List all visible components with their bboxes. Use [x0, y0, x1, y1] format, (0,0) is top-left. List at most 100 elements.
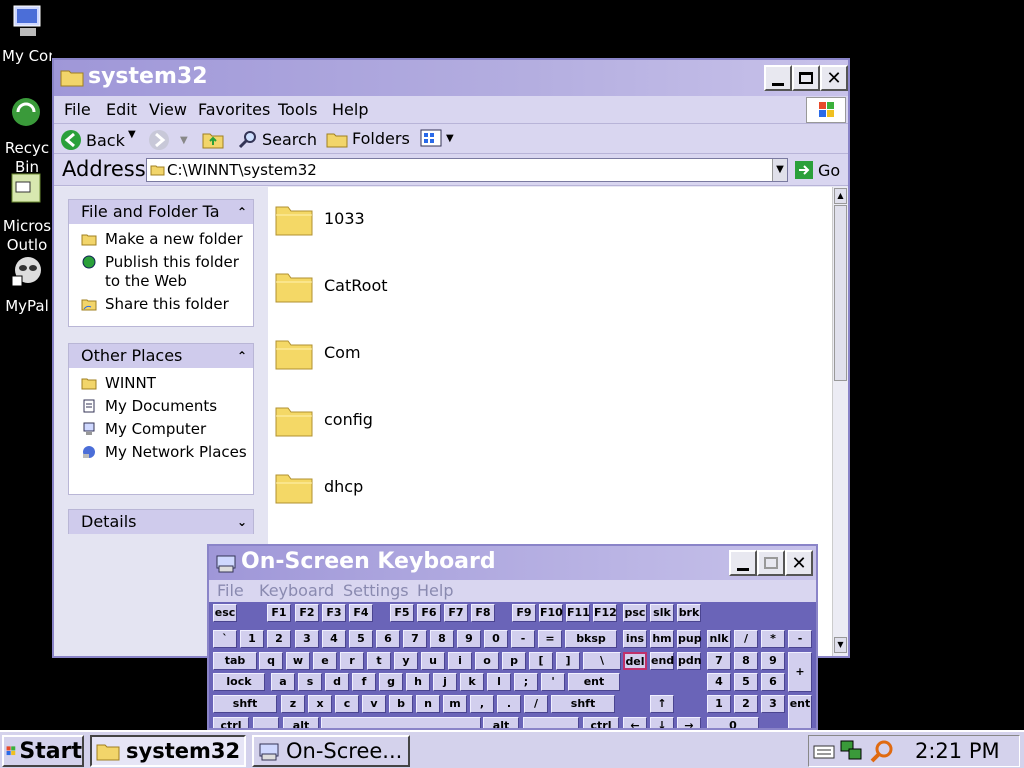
forward-button[interactable]: ▼ [148, 129, 188, 151]
key-0-11[interactable]: F11 [566, 604, 590, 622]
address-input[interactable]: C:\WINNT\system32 [146, 158, 788, 182]
key-0-13[interactable]: psc [623, 604, 647, 622]
key-4-0[interactable]: shft [213, 695, 277, 713]
panel-header[interactable]: File and Folder Ta ⌃ [69, 200, 253, 224]
key-3-2[interactable]: s [298, 673, 322, 691]
key-3-3[interactable]: d [325, 673, 349, 691]
key-4-12[interactable]: ↑ [650, 695, 674, 713]
key-0-14[interactable]: slk [650, 604, 674, 622]
key-1-18[interactable]: / [734, 630, 758, 648]
keyboard-tray-icon[interactable] [813, 742, 835, 760]
taskbar-item-system32[interactable]: system32 [90, 735, 246, 767]
key-4-9[interactable]: . [497, 695, 521, 713]
key-0-1[interactable]: F1 [267, 604, 291, 622]
key-1-13[interactable]: bksp [565, 630, 617, 648]
maximize-button[interactable] [792, 65, 820, 91]
key-4-11[interactable]: shft [551, 695, 615, 713]
network-tray-icon[interactable] [839, 739, 865, 763]
address-dropdown-button[interactable]: ▼ [772, 159, 787, 181]
key-4-4[interactable]: v [362, 695, 386, 713]
key-4-13[interactable]: 1 [707, 695, 731, 713]
key-3-5[interactable]: g [379, 673, 403, 691]
key-2-17[interactable]: 7 [707, 652, 731, 670]
close-button[interactable]: ✕ [820, 65, 848, 91]
key-4-6[interactable]: n [416, 695, 440, 713]
osk-menu-help[interactable]: Help [417, 581, 453, 600]
key-0-8[interactable]: F8 [471, 604, 495, 622]
osk-menu-settings[interactable]: Settings [343, 581, 409, 600]
chevron-up-icon[interactable]: ⌃ [237, 344, 247, 368]
desktop-icon-outlook[interactable]: Micros Outlo [0, 172, 52, 255]
menu-edit[interactable]: Edit [106, 100, 137, 119]
scroll-up-button[interactable]: ▲ [834, 188, 847, 204]
key-5-3[interactable]: ctrl [583, 717, 619, 728]
key-4-10[interactable]: / [524, 695, 548, 713]
key-1-14[interactable]: ins [623, 630, 647, 648]
title-bar[interactable]: system32 ✕ [54, 60, 848, 96]
key-0-9[interactable]: F9 [512, 604, 536, 622]
place-my-network-places[interactable]: My Network Places [69, 443, 253, 462]
key-2-8[interactable]: i [448, 652, 472, 670]
search-tray-icon[interactable] [869, 739, 895, 765]
key-windows[interactable] [523, 717, 579, 728]
key-5-5[interactable]: ↓ [650, 717, 674, 728]
key-1-1[interactable]: 1 [240, 630, 264, 648]
key-2-5[interactable]: t [367, 652, 391, 670]
folder-item[interactable]: CatRoot [274, 268, 574, 308]
back-button[interactable]: Back [60, 129, 125, 151]
key-1-0[interactable]: ` [213, 630, 237, 648]
key-5-7[interactable]: 0 [707, 717, 759, 728]
osk-close-button[interactable]: ✕ [785, 550, 813, 576]
key-3-1[interactable]: a [271, 673, 295, 691]
key-3-7[interactable]: j [433, 673, 457, 691]
key-3-6[interactable]: h [406, 673, 430, 691]
menu-favorites[interactable]: Favorites [198, 100, 270, 119]
key-1-15[interactable]: hm [650, 630, 674, 648]
key-0-5[interactable]: F5 [390, 604, 414, 622]
key-5-6[interactable]: → [677, 717, 701, 728]
desktop-icon-my-computer[interactable]: My Compu [0, 2, 52, 66]
task-publish-folder[interactable]: Publish this folder to the Web [69, 253, 253, 291]
key-2-14[interactable]: del [623, 652, 647, 670]
folder-item[interactable]: dhcp [274, 469, 574, 509]
key-4-8[interactable]: , [470, 695, 494, 713]
key-1-4[interactable]: 4 [322, 630, 346, 648]
taskbar-item-osk[interactable]: On-Scree... [252, 735, 410, 767]
key-0-2[interactable]: F2 [295, 604, 319, 622]
key-3-4[interactable]: f [352, 673, 376, 691]
key-1-5[interactable]: 5 [349, 630, 373, 648]
key-1-11[interactable]: - [511, 630, 535, 648]
key-1-16[interactable]: pup [677, 630, 702, 648]
scroll-thumb[interactable] [834, 205, 847, 381]
key-3-8[interactable]: k [460, 673, 484, 691]
desktop-icon-mypal[interactable]: MyPal [0, 252, 52, 316]
menu-view[interactable]: View [149, 100, 187, 119]
key-5-2[interactable]: alt [483, 717, 519, 728]
key-4-16[interactable]: ent [788, 695, 812, 728]
start-button[interactable]: Start [2, 735, 84, 767]
key-3-13[interactable]: 4 [707, 673, 731, 691]
key-1-2[interactable]: 2 [267, 630, 291, 648]
views-button[interactable]: ▼ [420, 129, 454, 147]
key-0-3[interactable]: F3 [322, 604, 346, 622]
key-2-1[interactable]: q [259, 652, 283, 670]
key-3-14[interactable]: 5 [734, 673, 758, 691]
up-folder-button[interactable] [202, 129, 224, 149]
key-1-12[interactable]: = [538, 630, 562, 648]
key-3-12[interactable]: ent [568, 673, 620, 691]
key-0-6[interactable]: F6 [417, 604, 441, 622]
key-4-2[interactable]: x [308, 695, 332, 713]
key-2-0[interactable]: tab [213, 652, 257, 670]
folder-item[interactable]: 1033 [274, 201, 574, 241]
desktop-icon-recycle-bin[interactable]: Recyc Bin [0, 94, 52, 177]
key-5-0[interactable]: ctrl [213, 717, 249, 728]
folder-item[interactable]: Com [274, 335, 574, 375]
key-0-0[interactable]: esc [213, 604, 237, 622]
key-1-6[interactable]: 6 [376, 630, 400, 648]
key-2-9[interactable]: o [475, 652, 499, 670]
key-5-1[interactable]: alt [283, 717, 319, 728]
osk-maximize-button[interactable] [757, 550, 785, 576]
go-button[interactable]: Go [794, 160, 840, 180]
key-2-19[interactable]: 9 [761, 652, 785, 670]
key-1-10[interactable]: 0 [484, 630, 508, 648]
